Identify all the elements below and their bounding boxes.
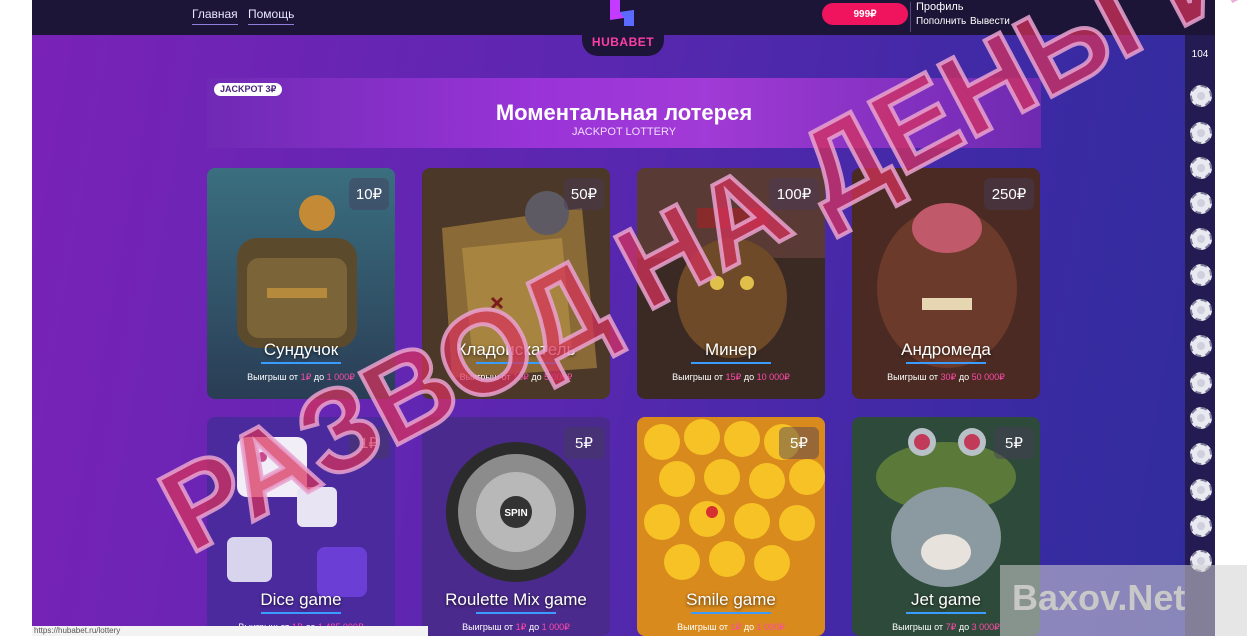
game-title: Минер: [705, 340, 757, 359]
winner-avatar[interactable]: [1190, 299, 1212, 321]
game-title: Андромеда: [901, 340, 991, 359]
banner-subtitle: JACKPOT LOTTERY: [571, 126, 677, 138]
win-range: Выигрыш от 1₽ до 1 000₽: [462, 622, 570, 632]
game-card-dice[interactable]: 1₽ Dice game Выигрыш от 1₽ до 1 485 000₽: [207, 417, 395, 636]
game-title: Roulette Mix game: [445, 590, 587, 609]
win-range: Выигрыш от 1₽ до 1 000₽: [247, 372, 355, 382]
winner-avatar[interactable]: [1190, 479, 1212, 501]
banner-title: Моментальная лотерея: [495, 100, 753, 125]
winner-avatar[interactable]: [1190, 264, 1212, 286]
win-range: Выигрыш от 30₽ до 50 000₽: [887, 372, 1005, 382]
title-underline: [476, 612, 556, 614]
winner-avatar[interactable]: [1190, 515, 1212, 537]
winner-avatar[interactable]: [1190, 85, 1212, 107]
winners-sidebar: 104: [1185, 35, 1215, 636]
profile-link[interactable]: Профиль: [916, 1, 964, 13]
logo-mark-icon: [610, 0, 634, 26]
win-range: Выигрыш от 10₽ до 5 000₽: [459, 372, 573, 382]
ticket-price: 5₽: [564, 427, 604, 459]
balance-button[interactable]: 999₽: [822, 3, 908, 25]
game-card-miner[interactable]: 100₽ Минер Выигрыш от 15₽ до 10 000₽: [637, 168, 825, 399]
game-title: Dice game: [260, 590, 342, 609]
game-card-sunduchok[interactable]: 10₽ Сундучок Выигрыш от 1₽ до 1 000₽: [207, 168, 395, 399]
title-underline: [906, 362, 986, 364]
hubabet-site: Главная Помощь 999₽ Профиль Пополнить Вы…: [32, 0, 1215, 636]
game-title: Smile game: [686, 590, 776, 609]
deposit-link[interactable]: Пополнить: [916, 16, 966, 27]
jackpot-badge: JACKPOT 3₽: [214, 83, 283, 96]
ticket-price: 5₽: [994, 427, 1034, 459]
online-count: 104: [1191, 49, 1209, 60]
title-underline: [691, 362, 771, 364]
divider: [910, 2, 911, 32]
ticket-price: 250₽: [984, 178, 1034, 210]
ticket-price: 10₽: [349, 178, 389, 210]
title-underline: [691, 612, 771, 614]
title-underline: [261, 362, 341, 364]
game-card-smile[interactable]: 5₽ Smile game Выигрыш от 1₽ до 1 000₽: [637, 417, 825, 636]
win-range: Выигрыш от 1₽ до 1 000₽: [677, 622, 785, 632]
winner-avatar[interactable]: [1190, 192, 1212, 214]
ticket-price: 100₽: [769, 178, 819, 210]
nav-home-link[interactable]: Главная: [192, 7, 238, 25]
browser-status-url: https://hubabet.ru/lottery: [32, 626, 428, 636]
jackpot-lottery-banner[interactable]: JACKPOT 3₽ Моментальная лотерея JACKPOT …: [207, 78, 1041, 148]
svg-text:SPIN: SPIN: [504, 508, 527, 519]
withdraw-link[interactable]: Вывести: [970, 16, 1010, 27]
game-title: Сундучок: [263, 340, 339, 359]
winner-avatar[interactable]: [1190, 228, 1212, 250]
game-title: Кладоискатель: [456, 340, 576, 359]
baxov-watermark-text: Baxov.Net: [1012, 577, 1186, 618]
winner-avatar[interactable]: [1190, 372, 1212, 394]
winner-avatar[interactable]: [1190, 157, 1212, 179]
winner-avatar[interactable]: [1190, 122, 1212, 144]
win-range: Выигрыш от 15₽ до 10 000₽: [672, 372, 790, 382]
winner-avatar[interactable]: [1190, 407, 1212, 429]
game-card-kladoiskatel[interactable]: 50₽ Кладоискатель Выигрыш от 10₽ до 5 00…: [422, 168, 610, 399]
ticket-price: 50₽: [564, 178, 604, 210]
site-logo[interactable]: HUBABET: [582, 0, 664, 56]
logo-text: HUBABET: [591, 35, 655, 49]
game-card-roulette-mix[interactable]: SPIN 5₽ Roulette Mix game Выигрыш от 1₽ …: [422, 417, 610, 636]
baxov-watermark: Baxov.Net: [1000, 565, 1247, 636]
nav-help-link[interactable]: Помощь: [248, 7, 295, 25]
title-underline: [906, 612, 986, 614]
title-underline: [476, 362, 556, 364]
ticket-price: 1₽: [349, 427, 389, 459]
title-underline: [261, 612, 341, 614]
game-card-andromeda[interactable]: 250₽ Андромеда Выигрыш от 30₽ до 50 000₽: [852, 168, 1040, 399]
winner-avatar[interactable]: [1190, 443, 1212, 465]
winner-avatar[interactable]: [1190, 335, 1212, 357]
ticket-price: 5₽: [779, 427, 819, 459]
